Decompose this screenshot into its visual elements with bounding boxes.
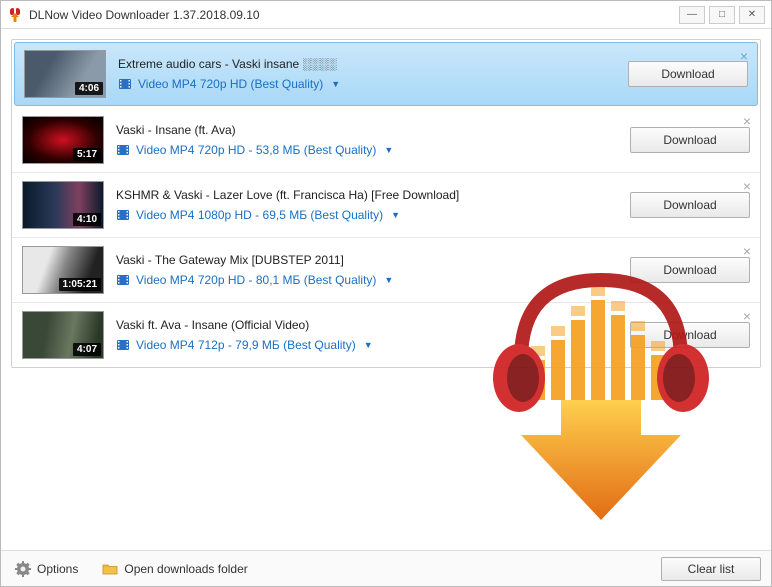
chevron-down-icon: ▼ — [331, 79, 340, 89]
window-title: DLNow Video Downloader 1.37.2018.09.10 — [29, 8, 675, 22]
video-info: Extreme audio cars - Vaski insane ░░░░ V… — [118, 57, 628, 91]
download-button[interactable]: Download — [628, 61, 748, 87]
video-thumbnail: 4:07 — [22, 311, 104, 359]
minimize-button[interactable]: ― — [679, 6, 705, 24]
quality-label: Video MP4 720p HD - 53,8 МБ (Best Qualit… — [136, 143, 376, 157]
video-title: Vaski ft. Ava - Insane (Official Video) — [116, 318, 630, 332]
download-button[interactable]: Download — [630, 127, 750, 153]
video-item[interactable]: 1:05:21 Vaski - The Gateway Mix [DUBSTEP… — [12, 238, 760, 303]
video-title: KSHMR & Vaski - Lazer Love (ft. Francisc… — [116, 188, 630, 202]
quality-selector[interactable]: Video MP4 720p HD - 53,8 МБ (Best Qualit… — [116, 143, 630, 157]
chevron-down-icon: ▼ — [384, 275, 393, 285]
video-duration: 4:10 — [73, 213, 101, 226]
download-button[interactable]: Download — [630, 257, 750, 283]
download-button[interactable]: Download — [630, 322, 750, 348]
quality-label: Video MP4 720p HD (Best Quality) — [138, 77, 323, 91]
video-item[interactable]: 4:10 KSHMR & Vaski - Lazer Love (ft. Fra… — [12, 173, 760, 238]
quality-label: Video MP4 1080p HD - 69,5 МБ (Best Quali… — [136, 208, 383, 222]
quality-selector[interactable]: Video MP4 720p HD - 80,1 МБ (Best Qualit… — [116, 273, 630, 287]
quality-selector[interactable]: Video MP4 720p HD (Best Quality) ▼ — [118, 77, 628, 91]
options-button[interactable]: Options — [11, 557, 82, 581]
remove-item-button[interactable]: × — [740, 244, 754, 258]
titlebar[interactable]: DLNow Video Downloader 1.37.2018.09.10 ―… — [1, 1, 771, 29]
folder-icon — [102, 561, 118, 577]
video-item[interactable]: 4:06 Extreme audio cars - Vaski insane ░… — [14, 42, 758, 106]
app-icon — [7, 7, 23, 23]
chevron-down-icon: ▼ — [391, 210, 400, 220]
quality-label: Video MP4 720p HD - 80,1 МБ (Best Qualit… — [136, 273, 376, 287]
app-window: DLNow Video Downloader 1.37.2018.09.10 ―… — [0, 0, 772, 587]
film-icon — [116, 143, 130, 157]
video-title: Vaski - The Gateway Mix [DUBSTEP 2011] — [116, 253, 630, 267]
remove-item-button[interactable]: × — [740, 179, 754, 193]
window-controls: ― □ ✕ — [675, 6, 765, 24]
video-title: Vaski - Insane (ft. Ava) — [116, 123, 630, 137]
film-icon — [116, 273, 130, 287]
download-button[interactable]: Download — [630, 192, 750, 218]
video-duration: 5:17 — [73, 148, 101, 161]
quality-label: Video MP4 712p - 79,9 МБ (Best Quality) — [136, 338, 356, 352]
remove-item-button[interactable]: × — [740, 309, 754, 323]
video-info: Vaski - Insane (ft. Ava) Video MP4 720p … — [116, 123, 630, 157]
video-thumbnail: 5:17 — [22, 116, 104, 164]
video-item[interactable]: 5:17 Vaski - Insane (ft. Ava) Video MP4 … — [12, 108, 760, 173]
video-duration: 1:05:21 — [59, 278, 101, 291]
content-area: 4:06 Extreme audio cars - Vaski insane ░… — [1, 29, 771, 550]
film-icon — [118, 77, 132, 91]
close-button[interactable]: ✕ — [739, 6, 765, 24]
video-info: KSHMR & Vaski - Lazer Love (ft. Francisc… — [116, 188, 630, 222]
video-list: 4:06 Extreme audio cars - Vaski insane ░… — [11, 39, 761, 368]
video-duration: 4:07 — [73, 343, 101, 356]
video-info: Vaski ft. Ava - Insane (Official Video) … — [116, 318, 630, 352]
open-folder-label: Open downloads folder — [124, 562, 247, 576]
maximize-button[interactable]: □ — [709, 6, 735, 24]
footer-bar: Options Open downloads folder Clear list — [1, 550, 771, 586]
options-label: Options — [37, 562, 78, 576]
video-item[interactable]: 4:07 Vaski ft. Ava - Insane (Official Vi… — [12, 303, 760, 367]
quality-selector[interactable]: Video MP4 1080p HD - 69,5 МБ (Best Quali… — [116, 208, 630, 222]
video-title: Extreme audio cars - Vaski insane ░░░░ — [118, 57, 628, 71]
open-downloads-folder-button[interactable]: Open downloads folder — [98, 557, 251, 581]
video-thumbnail: 1:05:21 — [22, 246, 104, 294]
remove-item-button[interactable]: × — [740, 114, 754, 128]
remove-item-button[interactable]: × — [737, 49, 751, 63]
chevron-down-icon: ▼ — [364, 340, 373, 350]
chevron-down-icon: ▼ — [384, 145, 393, 155]
video-info: Vaski - The Gateway Mix [DUBSTEP 2011] V… — [116, 253, 630, 287]
gear-icon — [15, 561, 31, 577]
film-icon — [116, 208, 130, 222]
video-thumbnail: 4:10 — [22, 181, 104, 229]
film-icon — [116, 338, 130, 352]
video-duration: 4:06 — [75, 82, 103, 95]
clear-list-button[interactable]: Clear list — [661, 557, 761, 581]
video-thumbnail: 4:06 — [24, 50, 106, 98]
quality-selector[interactable]: Video MP4 712p - 79,9 МБ (Best Quality) … — [116, 338, 630, 352]
